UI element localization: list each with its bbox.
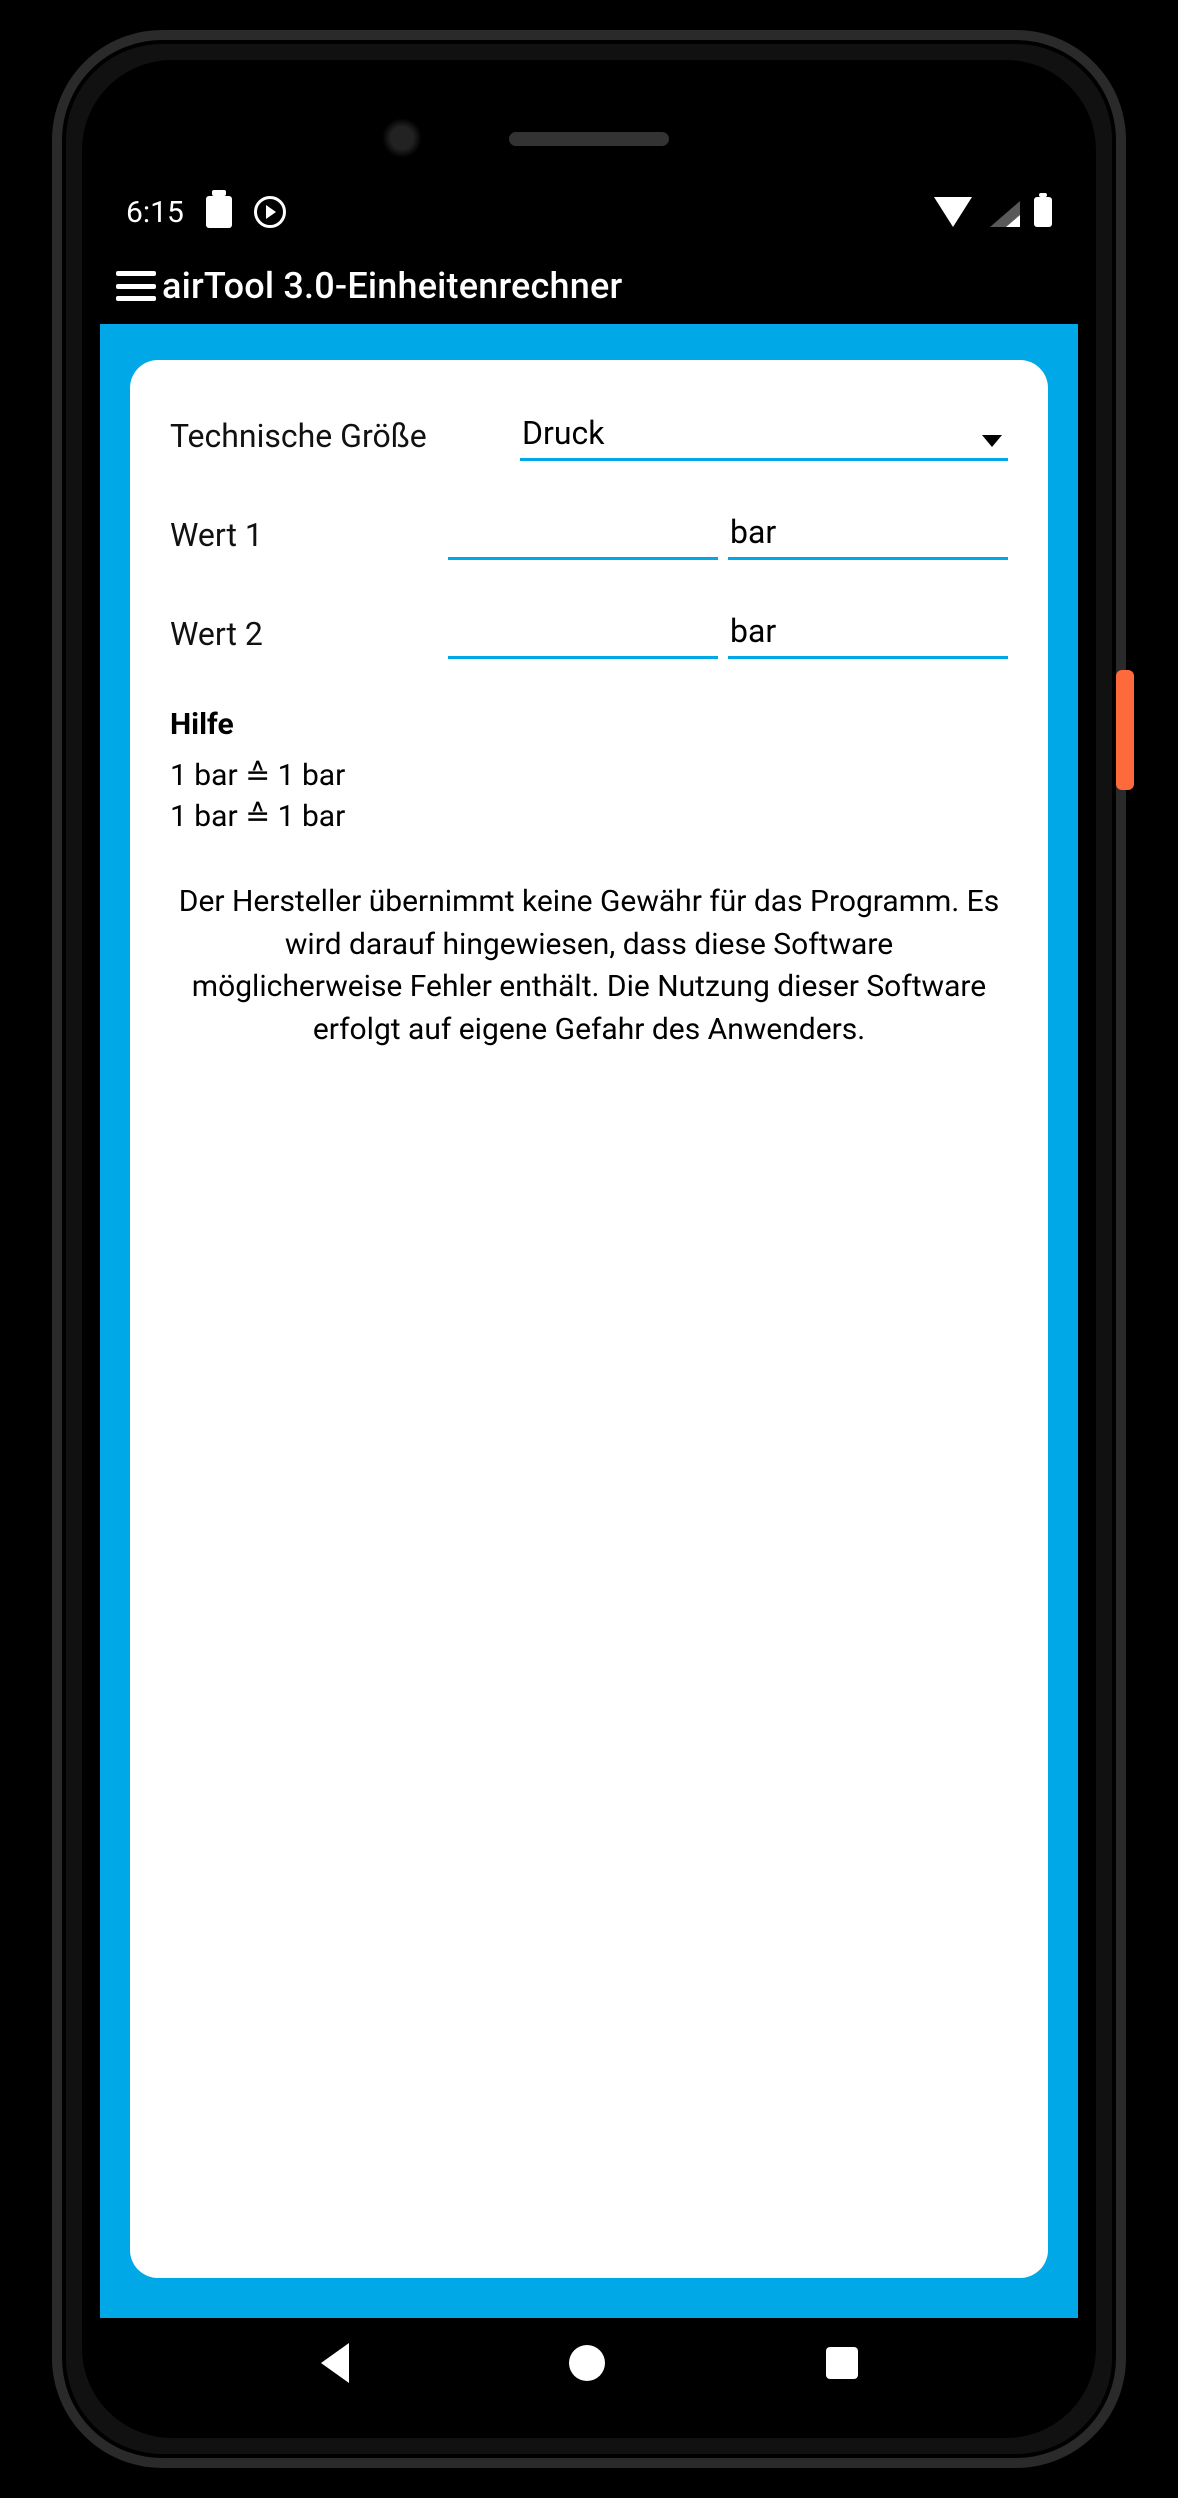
- value2-label: Wert 2: [170, 615, 380, 659]
- front-camera: [382, 118, 422, 158]
- wifi-icon: [934, 197, 972, 227]
- chevron-down-icon: [982, 435, 1002, 447]
- quantity-select[interactable]: Druck: [520, 410, 1008, 461]
- sd-card-icon: [206, 196, 232, 228]
- nav-back-icon[interactable]: [321, 2343, 349, 2383]
- earpiece: [509, 132, 669, 146]
- app-bar: airTool 3.0-Einheitenrechner: [100, 248, 1078, 324]
- value2-unit-select[interactable]: bar: [728, 608, 1008, 659]
- cell-signal-icon: [986, 197, 1020, 227]
- screen: 6:15 airTool 3.0-Einheitenrechner: [100, 176, 1078, 2318]
- menu-icon[interactable]: [116, 271, 156, 301]
- do-not-disturb-icon: [254, 196, 286, 228]
- value2-unit: bar: [728, 608, 1008, 659]
- nav-home-icon[interactable]: [569, 2345, 605, 2381]
- status-time: 6:15: [126, 195, 184, 230]
- value1-label: Wert 1: [170, 516, 380, 560]
- help-line-1: 1 bar ≙ 1 bar: [170, 756, 1008, 797]
- content-area: Technische Größe Druck Wert 1 bar: [100, 324, 1078, 2318]
- quantity-label: Technische Größe: [170, 417, 520, 461]
- nav-recent-icon[interactable]: [826, 2347, 858, 2379]
- value1-input[interactable]: [448, 510, 718, 560]
- quantity-value: Druck: [520, 410, 1008, 461]
- value1-unit: bar: [728, 509, 1008, 560]
- value2-input[interactable]: [448, 609, 718, 659]
- help-line-2: 1 bar ≙ 1 bar: [170, 797, 1008, 838]
- help-heading: Hilfe: [170, 707, 1008, 742]
- power-button: [1116, 670, 1134, 790]
- value1-unit-select[interactable]: bar: [728, 509, 1008, 560]
- phone-frame: 6:15 airTool 3.0-Einheitenrechner: [52, 30, 1126, 2468]
- app-title: airTool 3.0-Einheitenrechner: [162, 265, 622, 307]
- status-bar: 6:15: [100, 176, 1078, 248]
- system-nav-bar: [100, 2318, 1078, 2408]
- battery-icon: [1034, 197, 1052, 227]
- card: Technische Größe Druck Wert 1 bar: [130, 360, 1048, 2278]
- disclaimer-text: Der Hersteller übernimmt keine Gewähr fü…: [170, 881, 1008, 1051]
